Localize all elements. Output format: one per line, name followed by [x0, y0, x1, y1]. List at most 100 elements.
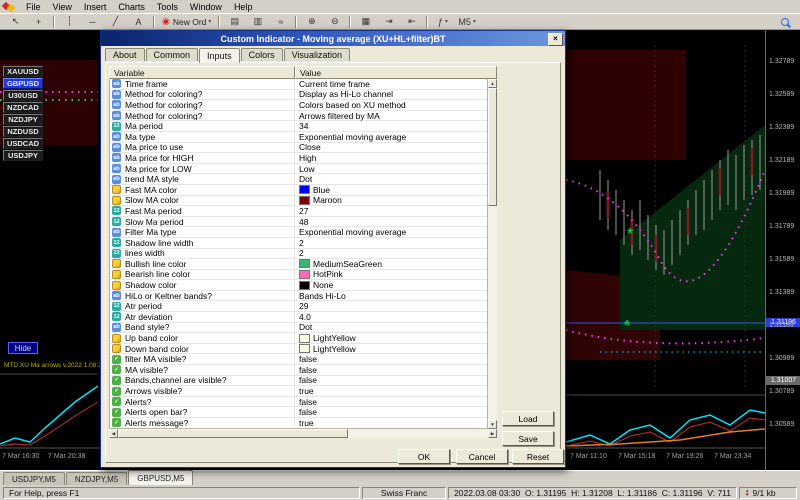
scroll-right-icon[interactable]: ▶: [488, 429, 497, 438]
table-horizontal-scrollbar[interactable]: ◀ ▶: [109, 429, 497, 438]
tab-about[interactable]: About: [105, 48, 145, 61]
input-value-cell[interactable]: LightYellow: [295, 333, 487, 343]
input-row[interactable]: ab Ma price for LOW Low: [110, 164, 487, 175]
input-value-cell[interactable]: 48: [295, 217, 487, 227]
trendline-icon[interactable]: ╱: [105, 14, 126, 30]
dialog-titlebar[interactable]: Custom Indicator - Moving average (XU+HL…: [101, 31, 565, 46]
input-value-cell[interactable]: Bands Hi-Lo: [295, 291, 487, 301]
input-value-cell[interactable]: Blue: [295, 185, 487, 195]
input-row[interactable]: ✓ Bands,channel are visible? false: [110, 376, 487, 387]
symbol-button-u30usd[interactable]: U30USD: [3, 90, 43, 101]
symbol-button-usdjpy[interactable]: USDJPY: [3, 150, 43, 161]
input-row[interactable]: Slow MA color Maroon: [110, 196, 487, 207]
zoom-out-icon[interactable]: ⊖: [324, 14, 345, 30]
text-label-icon[interactable]: A: [128, 14, 149, 30]
input-value-cell[interactable]: Current time frame: [295, 79, 487, 89]
menu-file[interactable]: File: [20, 1, 47, 13]
input-row[interactable]: Bearish line color HotPink: [110, 270, 487, 281]
input-row[interactable]: ab Band style? Dot: [110, 323, 487, 334]
vertical-line-icon[interactable]: ┆: [59, 14, 80, 30]
input-value-cell[interactable]: HotPink: [295, 269, 487, 279]
vertical-scrollbar-thumb[interactable]: [488, 88, 497, 206]
input-value-cell[interactable]: Colors based on XU method: [295, 100, 487, 110]
input-row[interactable]: ✓ filter MA visible? false: [110, 354, 487, 365]
input-row[interactable]: ab Ma price for HIGH High: [110, 153, 487, 164]
input-value-cell[interactable]: MediumSeaGreen: [295, 259, 487, 269]
indicators-icon[interactable]: ƒ▾: [432, 14, 453, 30]
symbol-button-usdcad[interactable]: USDCAD: [3, 138, 43, 149]
input-value-cell[interactable]: 27: [295, 206, 487, 216]
line-chart-icon[interactable]: ≈: [270, 14, 291, 30]
menu-insert[interactable]: Insert: [78, 1, 113, 13]
auto-scroll-icon[interactable]: ⇥: [378, 14, 399, 30]
input-value-cell[interactable]: Dot: [295, 174, 487, 184]
input-row[interactable]: Shadow color None: [110, 280, 487, 291]
menu-charts[interactable]: Charts: [112, 1, 151, 13]
input-row[interactable]: Bullish line color MediumSeaGreen: [110, 259, 487, 270]
input-row[interactable]: 12 Atr deviation 4.0: [110, 312, 487, 323]
tab-colors[interactable]: Colors: [241, 48, 283, 61]
input-value-cell[interactable]: 2: [295, 238, 487, 248]
search-icon[interactable]: [774, 14, 795, 30]
input-row[interactable]: ab HiLo or Keltner bands? Bands Hi-Lo: [110, 291, 487, 302]
crosshair-icon[interactable]: +: [28, 14, 49, 30]
close-icon[interactable]: ×: [548, 33, 563, 46]
input-row[interactable]: ✓ MA visible? false: [110, 365, 487, 376]
input-row[interactable]: ab Ma price to use Close: [110, 143, 487, 154]
input-value-cell[interactable]: false: [295, 375, 487, 385]
bar-chart-icon[interactable]: ▤: [224, 14, 245, 30]
chart-shift-icon[interactable]: ⇤: [401, 14, 422, 30]
price-axis[interactable]: 1.31196 1.31007 1.327891.325891.323891.3…: [765, 30, 800, 470]
input-value-cell[interactable]: Close: [295, 142, 487, 152]
input-value-cell[interactable]: Exponential moving average: [295, 227, 487, 237]
column-header-value[interactable]: Value: [295, 66, 497, 79]
tab-visualization[interactable]: Visualization: [284, 48, 350, 61]
input-row[interactable]: 12 Ma period 34: [110, 121, 487, 132]
input-value-cell[interactable]: Arrows filtered by MA: [295, 111, 487, 121]
input-value-cell[interactable]: true: [295, 386, 487, 396]
table-vertical-scrollbar[interactable]: ▲ ▼: [488, 79, 497, 429]
input-value-cell[interactable]: false: [295, 365, 487, 375]
timeframes-icon[interactable]: M5▾: [455, 14, 479, 30]
input-value-cell[interactable]: Maroon: [295, 195, 487, 205]
save-button[interactable]: Save: [502, 431, 554, 446]
reset-button[interactable]: Reset: [512, 449, 564, 464]
chart-tab-gbpusd-m5[interactable]: GBPUSD,M5: [128, 470, 193, 485]
zoom-in-icon[interactable]: ⊕: [301, 14, 322, 30]
input-value-cell[interactable]: false: [295, 397, 487, 407]
input-row[interactable]: Down band color LightYellow: [110, 344, 487, 355]
cursor-icon[interactable]: ↖: [5, 14, 26, 30]
input-row[interactable]: ✓ Arrows visible? true: [110, 386, 487, 397]
input-row[interactable]: ab Time frame Current time frame: [110, 79, 487, 90]
tab-common[interactable]: Common: [146, 48, 199, 61]
input-row[interactable]: 12 Atr period 29: [110, 301, 487, 312]
hide-panel-button[interactable]: Hide: [8, 342, 38, 354]
input-row[interactable]: ab Ma type Exponential moving average: [110, 132, 487, 143]
input-value-cell[interactable]: Low: [295, 164, 487, 174]
symbol-button-xauusd[interactable]: XAUUSD: [3, 66, 43, 77]
input-row[interactable]: Fast MA color Blue: [110, 185, 487, 196]
input-row[interactable]: 12 Fast Ma period 27: [110, 206, 487, 217]
input-value-cell[interactable]: 2: [295, 248, 487, 258]
scroll-up-icon[interactable]: ▲: [488, 79, 497, 88]
menu-view[interactable]: View: [47, 1, 78, 13]
input-row[interactable]: ab Method for coloring? Arrows filtered …: [110, 111, 487, 122]
symbol-button-nzdjpy[interactable]: NZDJPY: [3, 114, 43, 125]
input-value-cell[interactable]: High: [295, 153, 487, 163]
input-row[interactable]: ab trend MA style Dot: [110, 174, 487, 185]
input-value-cell[interactable]: false: [295, 407, 487, 417]
input-value-cell[interactable]: Display as Hi-Lo channel: [295, 89, 487, 99]
input-row[interactable]: 12 Shadow line width 2: [110, 238, 487, 249]
cancel-button[interactable]: Cancel: [456, 449, 508, 464]
input-row[interactable]: ✓ Alerts? false: [110, 397, 487, 408]
horizontal-scrollbar-thumb[interactable]: [118, 429, 348, 438]
new-order-button[interactable]: ◉New Ord▾: [159, 14, 214, 30]
input-row[interactable]: ✓ Alerts open bar? false: [110, 407, 487, 418]
input-row[interactable]: Up band color LightYellow: [110, 333, 487, 344]
input-value-cell[interactable]: None: [295, 280, 487, 290]
menu-window[interactable]: Window: [184, 1, 228, 13]
tab-inputs[interactable]: Inputs: [199, 48, 240, 63]
input-value-cell[interactable]: 29: [295, 301, 487, 311]
scroll-down-icon[interactable]: ▼: [488, 420, 497, 429]
scroll-left-icon[interactable]: ◀: [109, 429, 118, 438]
